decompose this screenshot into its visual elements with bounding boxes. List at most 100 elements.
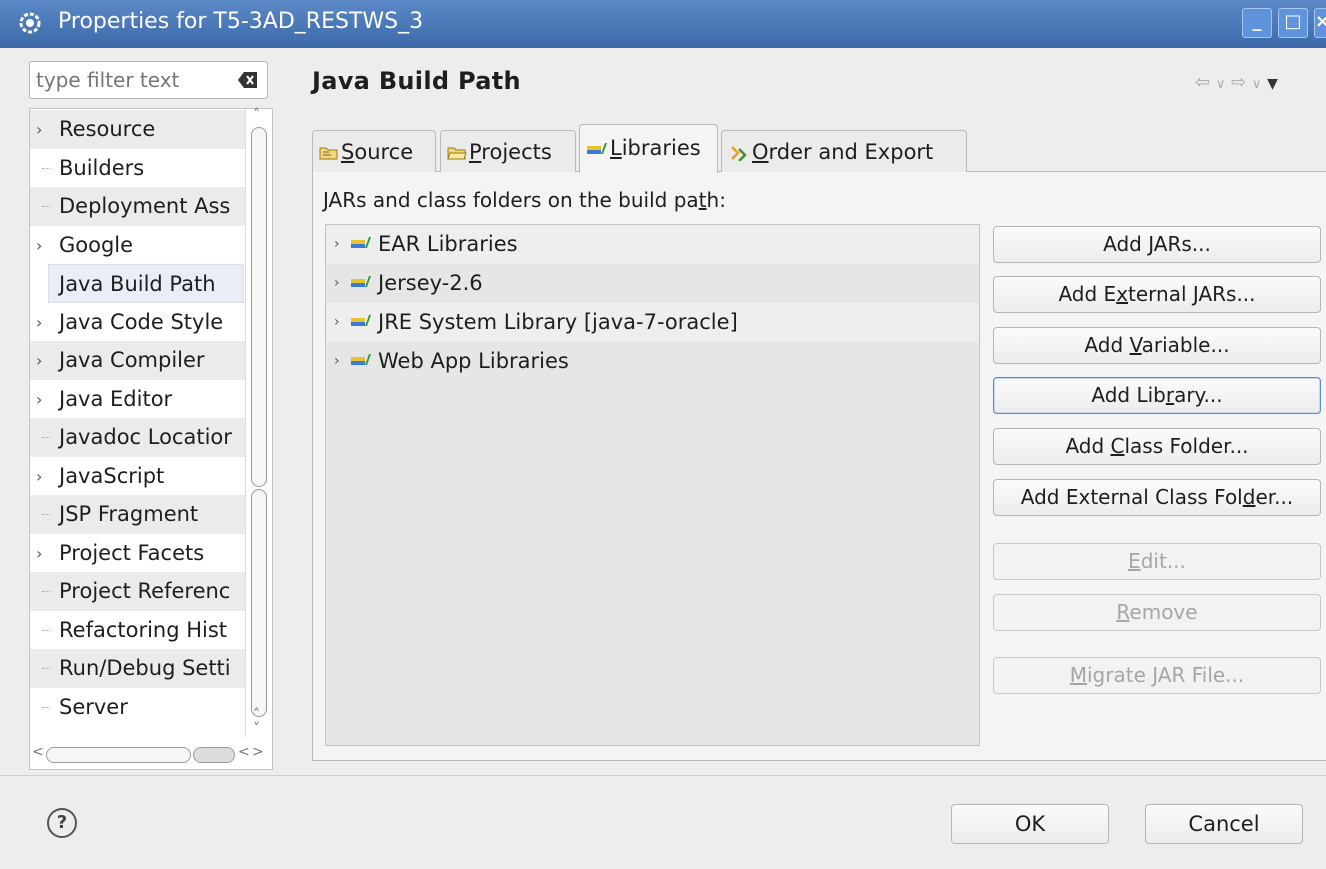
scroll-thumb[interactable]: [251, 127, 267, 487]
add-external-jars-button[interactable]: Add External JARs...: [993, 276, 1321, 313]
library-row[interactable]: › Jersey-2.6: [326, 264, 979, 303]
tree-item[interactable]: Run/Debug Setti: [30, 649, 246, 688]
cancel-button[interactable]: Cancel: [1145, 804, 1303, 844]
tree-vertical-scrollbar[interactable]: ˄ ˄ ˅: [245, 107, 272, 737]
forward-arrow-icon[interactable]: ⇨: [1231, 72, 1246, 93]
expand-arrow-icon[interactable]: ›: [36, 457, 42, 496]
source-folder-icon: [319, 147, 338, 160]
tree-item-label: Server: [59, 694, 128, 719]
add-external-class-folder-button[interactable]: Add External Class Folder...: [993, 479, 1321, 516]
remove-button[interactable]: Remove: [993, 594, 1321, 631]
tree-item-label: Refactoring Hist: [59, 617, 228, 642]
tree-item-label: JSP Fragment: [59, 502, 199, 526]
add-variable-button[interactable]: Add Variable...: [993, 327, 1321, 364]
add-class-folder-button[interactable]: Add Class Folder...: [993, 428, 1321, 465]
tree-item[interactable]: Project Referenc: [30, 572, 246, 611]
tab-order-and-export[interactable]: Order and Export: [721, 130, 967, 172]
view-menu-icon[interactable]: ▼: [1267, 76, 1278, 92]
tree-item[interactable]: Deployment Ass: [30, 187, 246, 226]
library-list[interactable]: › EAR Libraries › Jersey-2.6 › JRE System Lib…: [325, 224, 980, 746]
projects-folder-icon: [447, 147, 467, 160]
tree-horizontal-scrollbar[interactable]: < < >: [30, 743, 272, 769]
scroll-up-icon[interactable]: ˄: [253, 107, 260, 123]
expand-arrow-icon[interactable]: ›: [36, 303, 42, 342]
tree-connector: [42, 167, 50, 169]
tree-item-label: Run/Debug Setti: [59, 656, 231, 680]
order-export-icon: [731, 146, 747, 161]
migrate-jar-button[interactable]: Migrate JAR File...: [993, 657, 1321, 694]
back-menu-icon[interactable]: ∨: [1216, 77, 1226, 92]
help-icon[interactable]: ?: [47, 808, 77, 838]
library-label: Jersey-2.6: [378, 271, 483, 295]
tree-item[interactable]: Refactoring Hist: [30, 611, 246, 650]
tree-item[interactable]: › JavaScript: [30, 457, 246, 496]
expand-arrow-icon[interactable]: ›: [334, 264, 340, 302]
tree-item[interactable]: Builders: [30, 149, 246, 188]
tree-item-label: Java Build Path: [59, 272, 216, 296]
tree-connector: [42, 591, 50, 592]
tree-connector: [42, 437, 50, 438]
expand-arrow-icon[interactable]: ›: [36, 380, 42, 419]
tab-source[interactable]: Source: [312, 130, 436, 172]
library-row[interactable]: › Web App Libraries: [326, 342, 979, 381]
tree-item[interactable]: Javadoc Locatior: [30, 418, 246, 457]
expand-arrow-icon[interactable]: ›: [334, 342, 340, 380]
filter-input[interactable]: [36, 67, 226, 93]
properties-gear-icon: [19, 12, 41, 34]
tab-projects[interactable]: Projects: [440, 130, 576, 172]
scroll-down-icon[interactable]: ˅: [253, 721, 260, 737]
property-tree: › Resource Builders Deployment Ass › Google Ja…: [29, 108, 273, 770]
scroll-left-icon-2[interactable]: <: [238, 744, 250, 760]
tree-item[interactable]: › Java Compiler: [30, 341, 246, 380]
forward-menu-icon[interactable]: ∨: [1252, 77, 1262, 92]
minimize-button[interactable]: _: [1242, 8, 1272, 38]
expand-arrow-icon[interactable]: ›: [36, 341, 42, 380]
hscroll-thumb-end[interactable]: [193, 747, 235, 763]
tab-libraries[interactable]: Libraries: [579, 124, 718, 173]
tree-item[interactable]: › Resource: [30, 110, 246, 149]
tree-item-label: Java Editor: [59, 386, 173, 411]
add-library-button[interactable]: Add Library...: [993, 377, 1321, 414]
library-label: Web App Libraries: [378, 349, 569, 373]
tree-item[interactable]: Java Build Path: [48, 264, 244, 303]
maximize-button[interactable]: □: [1278, 8, 1308, 38]
clear-filter-icon[interactable]: [237, 70, 259, 90]
libraries-icon: [587, 143, 607, 154]
library-icon: [351, 315, 371, 326]
back-arrow-icon[interactable]: ⇦: [1195, 72, 1210, 93]
expand-arrow-icon[interactable]: ›: [36, 226, 42, 265]
add-jars-button[interactable]: Add JARs...: [993, 226, 1321, 263]
history-navigation: ⇦ ∨ ⇨ ∨ ▼: [1195, 72, 1325, 96]
tree-item[interactable]: › Google: [30, 226, 246, 265]
tree-item[interactable]: › Java Code Style: [30, 303, 246, 342]
edit-button[interactable]: Edit...: [993, 543, 1321, 580]
tree-connector: [42, 668, 50, 669]
tree-item-label: Java Code Style: [59, 309, 224, 334]
expand-arrow-icon[interactable]: ›: [334, 303, 340, 341]
scroll-right-icon[interactable]: >: [252, 744, 264, 760]
library-row[interactable]: › JRE System Library [java-7-oracle]: [326, 303, 979, 342]
tree-connector: [42, 629, 50, 631]
ok-button[interactable]: OK: [951, 804, 1109, 844]
library-label: EAR Libraries: [378, 232, 518, 256]
page-title: Java Build Path: [312, 67, 521, 95]
hscroll-thumb[interactable]: [46, 747, 191, 763]
scroll-thumb-lower[interactable]: [251, 489, 267, 717]
tree-item[interactable]: › Java Editor: [30, 380, 246, 419]
tree-item-label: Deployment Ass: [59, 194, 231, 218]
tree-item[interactable]: Server: [30, 688, 246, 727]
close-button[interactable]: ×: [1314, 8, 1326, 38]
library-icon: [351, 276, 371, 287]
tree-item-label: JavaScript: [59, 463, 165, 488]
library-row[interactable]: › EAR Libraries: [326, 225, 979, 264]
filter-box: [29, 61, 268, 99]
expand-arrow-icon[interactable]: ›: [334, 225, 340, 263]
build-path-label: JARs and class folders on the build path…: [323, 188, 726, 212]
scroll-left-icon[interactable]: <: [32, 744, 44, 760]
expand-arrow-icon[interactable]: ›: [36, 110, 42, 149]
expand-arrow-icon[interactable]: ›: [36, 534, 42, 573]
tree-item[interactable]: JSP Fragment: [30, 495, 246, 534]
tree-connector: [42, 706, 50, 708]
tree-item[interactable]: › Project Facets: [30, 534, 246, 573]
library-label: JRE System Library [java-7-oracle]: [378, 310, 738, 334]
